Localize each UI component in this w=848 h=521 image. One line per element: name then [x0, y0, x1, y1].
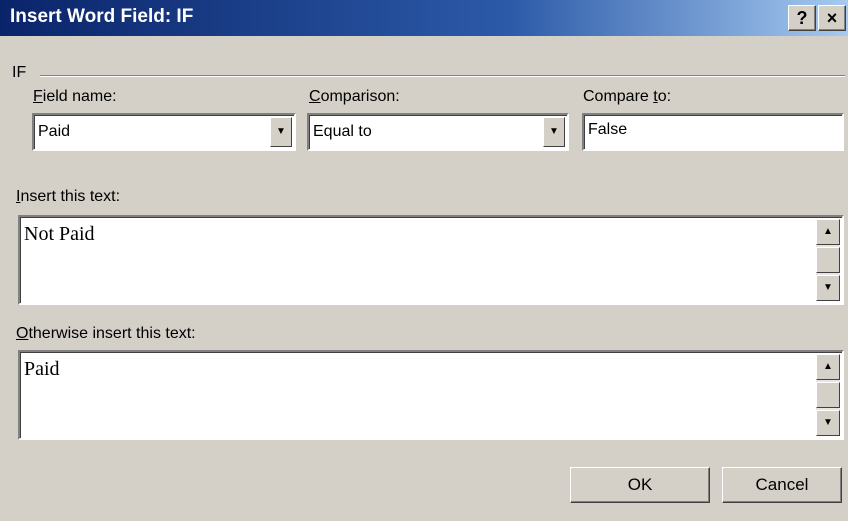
scroll-up-button[interactable]: ▲ [816, 354, 840, 380]
ok-button[interactable]: OK [570, 467, 710, 503]
insert-text-value: Not Paid [24, 223, 95, 245]
comparison-label: Comparison: [309, 88, 400, 105]
scroll-up-button[interactable]: ▲ [816, 219, 840, 245]
insert-text-textarea[interactable]: Not Paid ▲ ▼ [18, 215, 844, 305]
compare-to-input[interactable]: False [582, 113, 844, 151]
arrow-down-icon: ▼ [823, 282, 833, 293]
field-name-label: Field name: [33, 88, 117, 105]
otherwise-text-value: Paid [24, 358, 60, 380]
field-name-select[interactable]: Paid ▼ [32, 113, 296, 151]
chevron-down-icon: ▼ [276, 126, 286, 137]
insert-text-scrollbar[interactable]: ▲ ▼ [816, 219, 840, 301]
scroll-down-button[interactable]: ▼ [816, 410, 840, 436]
otherwise-text-scrollbar[interactable]: ▲ ▼ [816, 354, 840, 436]
arrow-up-icon: ▲ [823, 361, 833, 372]
arrow-up-icon: ▲ [823, 226, 833, 237]
window-title: Insert Word Field: IF [10, 6, 194, 27]
title-bar[interactable]: Insert Word Field: IF ? × [0, 0, 848, 36]
field-name-dropdown-button[interactable]: ▼ [270, 117, 292, 147]
scroll-down-button[interactable]: ▼ [816, 275, 840, 301]
comparison-value: Equal to [313, 123, 372, 140]
compare-to-label: Compare to: [583, 88, 672, 105]
scroll-thumb[interactable] [816, 382, 840, 408]
otherwise-text-textarea[interactable]: Paid ▲ ▼ [18, 350, 844, 440]
comparison-select[interactable]: Equal to ▼ [307, 113, 569, 151]
group-label-if: IF [12, 64, 27, 81]
compare-to-value: False [588, 121, 628, 138]
arrow-down-icon: ▼ [823, 417, 833, 428]
insert-text-label: Insert this text: [16, 188, 121, 205]
group-divider [40, 75, 845, 77]
close-button[interactable]: × [818, 5, 846, 31]
comparison-dropdown-button[interactable]: ▼ [543, 117, 565, 147]
help-button[interactable]: ? [788, 5, 816, 31]
insert-word-field-dialog: Insert Word Field: IF ? × IF Field name:… [0, 0, 848, 521]
chevron-down-icon: ▼ [549, 126, 559, 137]
field-name-value: Paid [38, 123, 71, 140]
otherwise-text-label: Otherwise insert this text: [16, 325, 196, 342]
cancel-button[interactable]: Cancel [722, 467, 842, 503]
scroll-thumb[interactable] [816, 247, 840, 273]
